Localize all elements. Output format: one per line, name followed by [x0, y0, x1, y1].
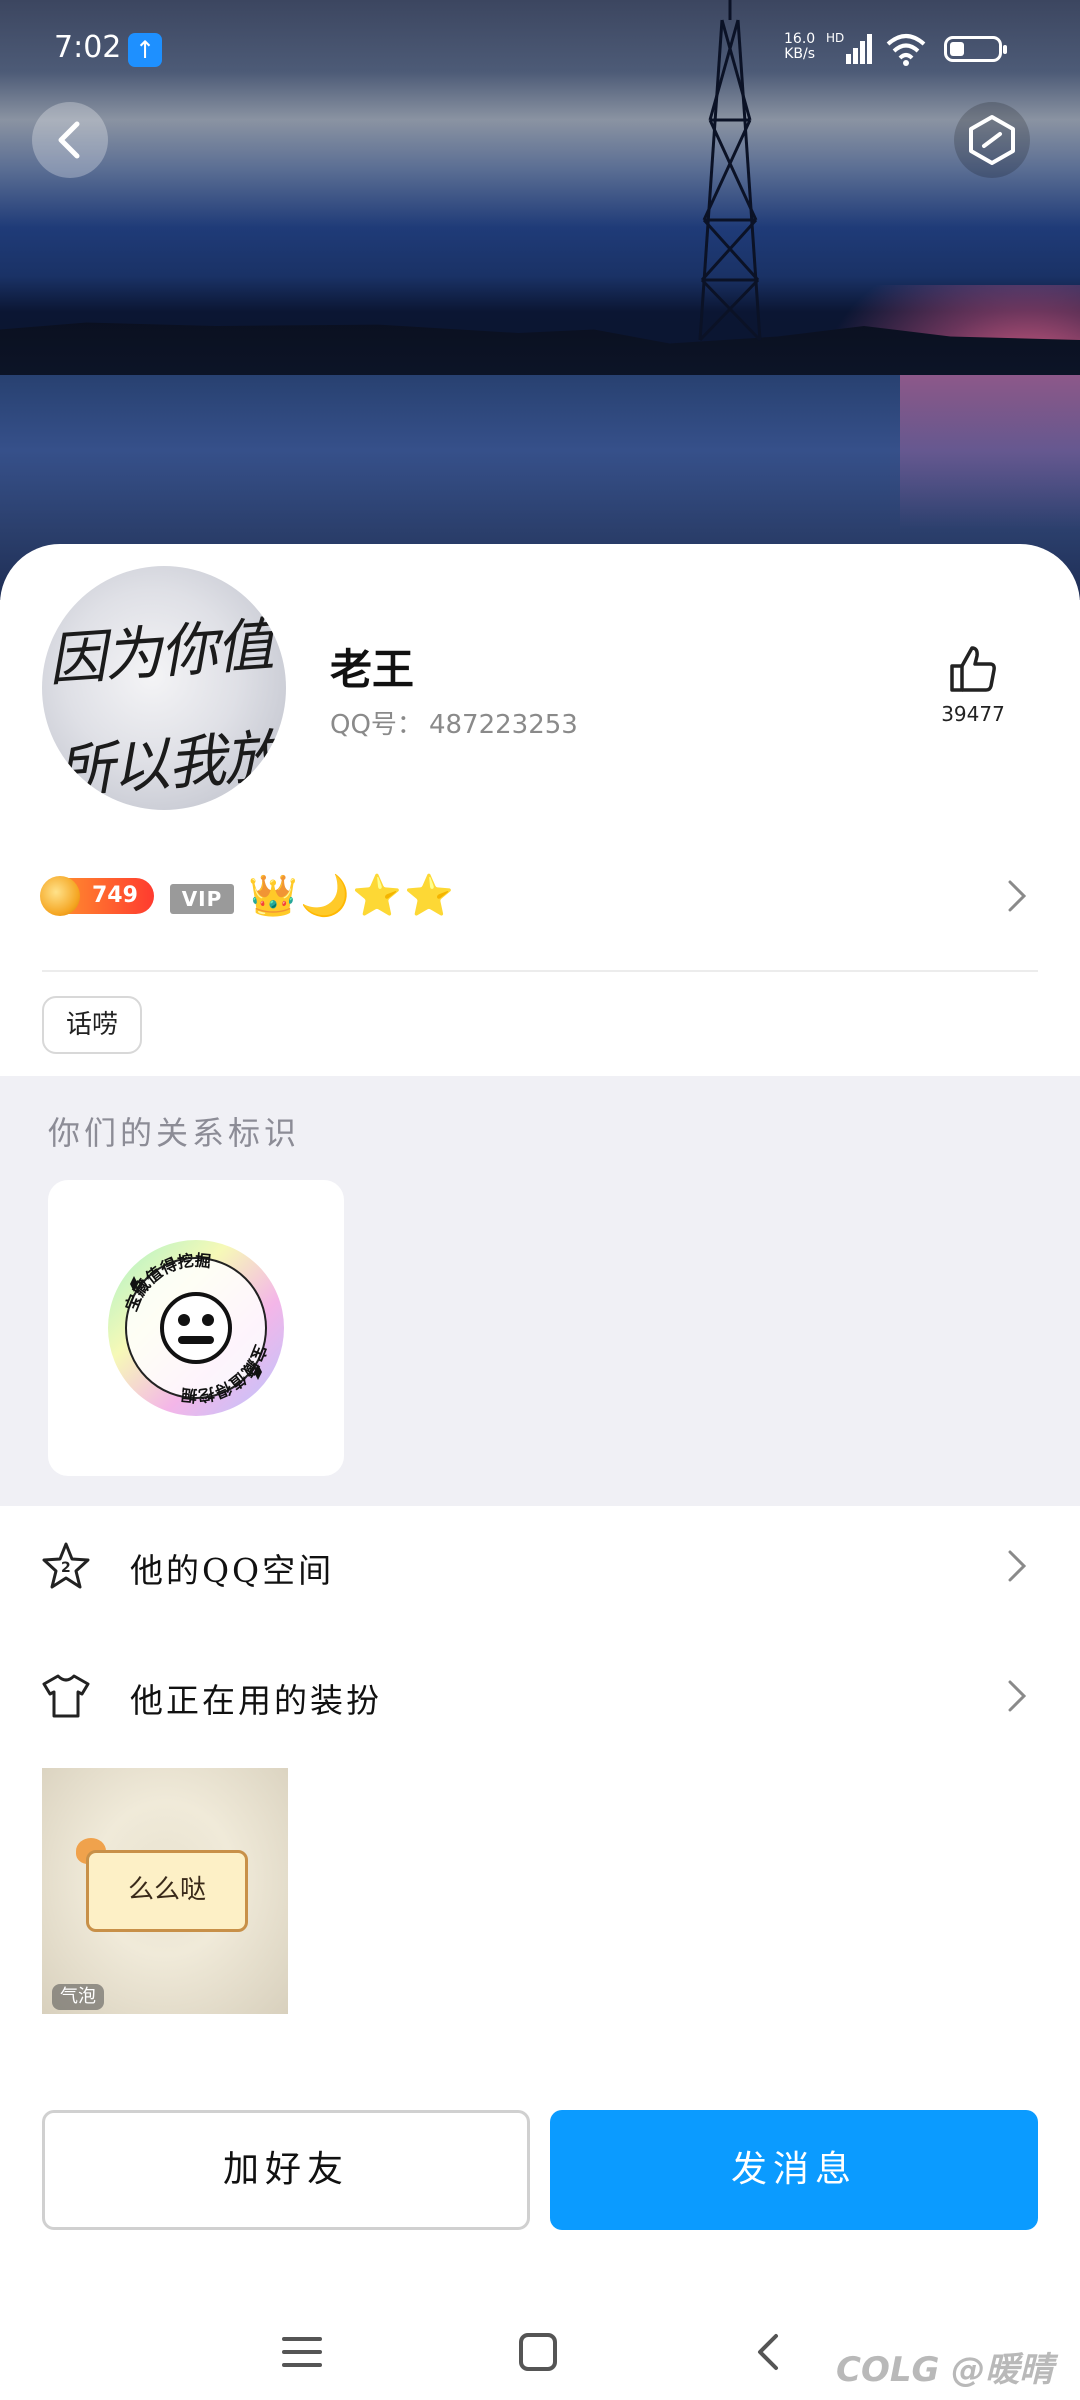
- bubble-chip: 气泡: [52, 1984, 104, 2010]
- qq-id: QQ号： 487223253: [330, 704, 578, 741]
- hexagon-more-icon: [969, 115, 1015, 165]
- coin-badge: 749: [40, 876, 154, 916]
- qzone-label: 他的QQ空间: [130, 1551, 335, 1590]
- crown-icon: 👑: [248, 873, 298, 919]
- coin-value: 749: [92, 883, 138, 908]
- status-time: 7:02: [54, 30, 122, 65]
- cover-photo[interactable]: 7:02 ↑ 16.0 KB/s HD: [0, 0, 1080, 600]
- level-badges-row[interactable]: 749 VIP 👑 🌙 ⭐ ⭐: [40, 872, 1038, 922]
- relation-title: 你们的关系标识: [48, 1114, 301, 1152]
- add-friend-button[interactable]: 加好友: [42, 2110, 530, 2230]
- qq-id-label: QQ号：: [330, 710, 423, 740]
- nickname: 老王: [330, 645, 415, 694]
- star-icon: ⭐: [352, 873, 402, 919]
- bubble-preview: 么么哒: [86, 1850, 248, 1932]
- chevron-right-icon: [1008, 1680, 1027, 1712]
- avatar[interactable]: 因为你值 所以我放: [42, 566, 286, 810]
- chevron-right-icon: [1008, 880, 1027, 912]
- back-triangle-icon[interactable]: [752, 2332, 782, 2372]
- thumbs-up-icon: [950, 646, 996, 692]
- signal-icon: HD: [826, 31, 872, 64]
- qzone-star-icon: 2: [42, 1542, 90, 1589]
- vip-badge: VIP: [170, 884, 234, 914]
- home-square-icon[interactable]: [518, 2332, 558, 2372]
- back-button[interactable]: [32, 102, 108, 178]
- upload-icon: ↑: [128, 33, 162, 67]
- qzone-row[interactable]: 2 他的QQ空间: [0, 1506, 1080, 1626]
- wifi-icon: [886, 34, 926, 66]
- personality-tag[interactable]: 话唠: [42, 996, 143, 1054]
- battery-icon: [944, 36, 1007, 62]
- moon-icon: 🌙: [300, 873, 350, 919]
- more-button[interactable]: [954, 102, 1030, 178]
- chevron-right-icon: [1008, 1550, 1027, 1582]
- qq-id-number: 487223253: [428, 710, 578, 740]
- tshirt-icon: [42, 1674, 90, 1718]
- status-bar: 7:02 ↑ 16.0 KB/s HD: [0, 0, 1080, 100]
- relation-badge-icon: 宝藏值得挖掘 宝藏值得挖掘: [108, 1240, 284, 1416]
- svg-text:2: 2: [61, 1560, 71, 1576]
- divider: [42, 970, 1038, 972]
- svg-text:HD: HD: [826, 31, 844, 45]
- like-count: 39477: [941, 702, 1005, 726]
- coin-icon: [40, 876, 80, 916]
- relation-section: 你们的关系标识 宝藏值得挖掘 宝藏值得挖掘: [0, 1076, 1080, 1506]
- costume-label: 他正在用的装扮: [130, 1681, 382, 1720]
- chevron-left-icon: [58, 121, 80, 159]
- chat-bubble-thumbnail[interactable]: 么么哒 气泡: [42, 1768, 288, 2014]
- watermark: COLG @暖晴: [836, 2350, 1054, 2390]
- costume-row[interactable]: 他正在用的装扮: [0, 1636, 1080, 1756]
- menu-icon[interactable]: [282, 2334, 322, 2370]
- net-speed: 16.0 KB/s: [784, 31, 816, 62]
- star-icon: ⭐: [404, 873, 454, 919]
- system-nav-bar: COLG @暖晴: [0, 2300, 1080, 2400]
- avatar-handwriting: 因为你值 所以我放: [46, 610, 283, 806]
- relation-card[interactable]: 宝藏值得挖掘 宝藏值得挖掘: [48, 1180, 344, 1476]
- send-message-button[interactable]: 发消息: [550, 2110, 1038, 2230]
- like-button[interactable]: 39477: [930, 642, 1016, 726]
